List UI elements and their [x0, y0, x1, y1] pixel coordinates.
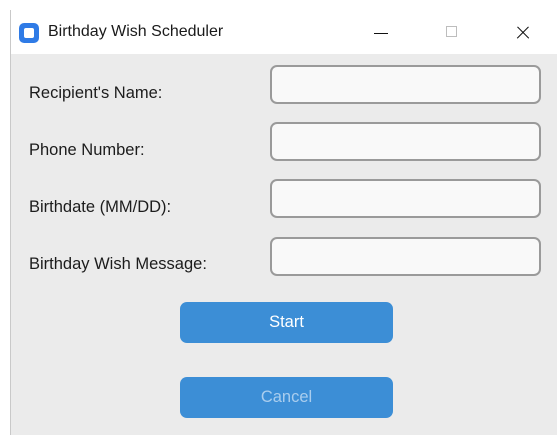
phone-number-input[interactable] — [270, 122, 541, 161]
recipient-name-label: Recipient's Name: — [29, 84, 163, 102]
cancel-button[interactable]: Cancel — [180, 377, 393, 418]
birthdate-label: Birthdate (MM/DD): — [29, 198, 172, 216]
wish-message-input[interactable] — [270, 237, 541, 276]
app-window: Birthday Wish Scheduler Recipient's Name… — [10, 10, 557, 435]
start-button[interactable]: Start — [180, 302, 393, 343]
wish-message-label: Birthday Wish Message: — [29, 255, 207, 273]
app-window-icon — [19, 23, 39, 43]
title-bar[interactable]: Birthday Wish Scheduler — [11, 10, 557, 54]
birthdate-input[interactable] — [270, 179, 541, 218]
recipient-name-input[interactable] — [270, 65, 541, 104]
maximize-icon[interactable] — [428, 10, 474, 54]
close-icon[interactable] — [499, 10, 545, 54]
minimize-icon[interactable] — [357, 10, 403, 54]
phone-number-label: Phone Number: — [29, 141, 145, 159]
window-title: Birthday Wish Scheduler — [48, 23, 224, 40]
